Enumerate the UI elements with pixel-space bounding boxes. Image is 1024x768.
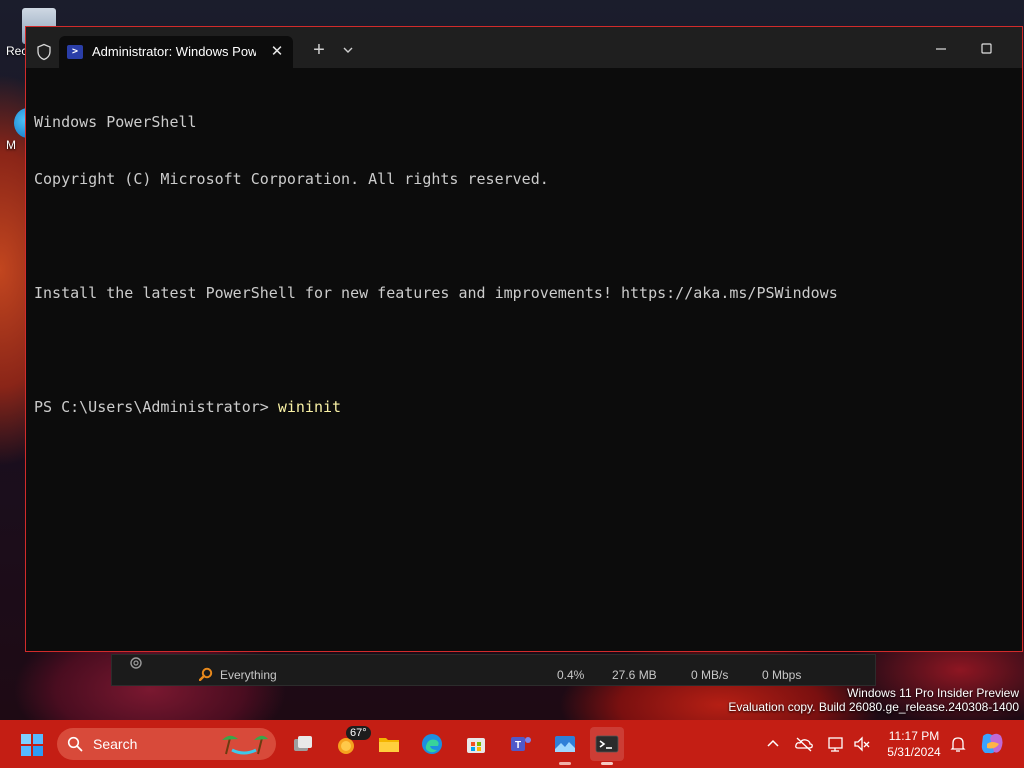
maximize-button[interactable] <box>972 38 1002 60</box>
console-line: Windows PowerShell <box>34 113 197 131</box>
onedrive-offline-icon[interactable] <box>794 734 814 754</box>
photos-button[interactable] <box>548 727 582 765</box>
edge-browser-button[interactable] <box>415 727 449 761</box>
terminal-taskbar-button[interactable] <box>590 727 624 765</box>
evaluation-watermark: Windows 11 Pro Insider Preview Evaluatio… <box>728 686 1019 714</box>
chevron-down-icon[interactable] <box>339 41 357 59</box>
start-button[interactable] <box>21 734 43 756</box>
tab-title: Administrator: Windows PowerShell <box>92 44 256 59</box>
terminal-icon <box>595 735 619 753</box>
search-placeholder: Search <box>93 736 138 752</box>
disk-usage: 0 MB/s <box>691 668 729 682</box>
everything-status-bar: Everything 0.4% 27.6 MB 0 MB/s 0 Mbps <box>111 654 876 686</box>
everything-search-icon <box>199 667 213 681</box>
volume-muted-icon[interactable] <box>852 734 872 754</box>
search-highlight-icon <box>222 735 268 755</box>
everything-label[interactable]: Everything <box>220 668 277 682</box>
close-tab-icon[interactable]: ✕ <box>266 41 288 63</box>
tab-powershell[interactable]: > Administrator: Windows PowerShell ✕ <box>59 36 293 68</box>
terminal-window: > Administrator: Windows PowerShell ✕ + … <box>25 26 1023 652</box>
console-line: Copyright (C) Microsoft Corporation. All… <box>34 170 549 188</box>
running-indicator <box>559 762 571 765</box>
task-view-icon <box>294 736 312 751</box>
search-icon <box>67 736 83 752</box>
weather-temperature: 67° <box>346 726 371 740</box>
folder-icon <box>379 738 399 752</box>
photos-icon <box>555 736 575 752</box>
task-view-button[interactable] <box>286 727 320 761</box>
clock-date: 5/31/2024 <box>887 745 941 759</box>
clock-time: 11:17 PM <box>888 729 940 743</box>
prompt-line: PS C:\Users\Administrator> wininit <box>34 398 1014 417</box>
file-explorer-button[interactable] <box>372 727 406 761</box>
active-indicator <box>601 762 613 765</box>
svg-text:T: T <box>515 740 521 751</box>
console-line: Install the latest PowerShell for new fe… <box>34 284 838 302</box>
network-usage: 0 Mbps <box>762 668 802 682</box>
copilot-icon[interactable] <box>979 732 1005 756</box>
teams-icon: T <box>511 737 531 751</box>
powershell-icon: > <box>67 45 83 59</box>
prompt: PS C:\Users\Administrator> <box>34 398 278 416</box>
memory-usage: 27.6 MB <box>612 668 657 682</box>
new-tab-button[interactable]: + <box>307 39 331 63</box>
console-output[interactable]: Windows PowerShell Copyright (C) Microso… <box>34 75 1014 455</box>
title-bar[interactable]: > Administrator: Windows PowerShell ✕ + <box>26 27 1022 68</box>
network-icon[interactable] <box>826 734 846 754</box>
settings-gear-icon[interactable] <box>128 655 144 671</box>
notification-bell-icon[interactable] <box>948 734 968 754</box>
typed-command: wininit <box>277 398 342 416</box>
chevron-up-icon[interactable] <box>763 734 783 754</box>
taskbar-search-box[interactable]: Search <box>57 728 276 760</box>
cpu-usage: 0.4% <box>557 668 585 682</box>
admin-shield-icon <box>37 43 51 61</box>
watermark-line2: Evaluation copy. Build 26080.ge_release.… <box>728 700 1019 714</box>
system-clock[interactable]: 11:17 PM 5/31/2024 <box>880 728 948 760</box>
teams-button[interactable]: T <box>504 727 538 761</box>
store-icon <box>467 738 485 753</box>
minimize-button[interactable] <box>926 38 956 60</box>
watermark-line1: Windows 11 Pro Insider Preview <box>847 686 1019 700</box>
edge-icon <box>422 734 442 754</box>
taskbar: Search 67° T 11:17 PM 5/31/2024 <box>0 720 1024 768</box>
microsoft-store-button[interactable] <box>459 727 493 761</box>
